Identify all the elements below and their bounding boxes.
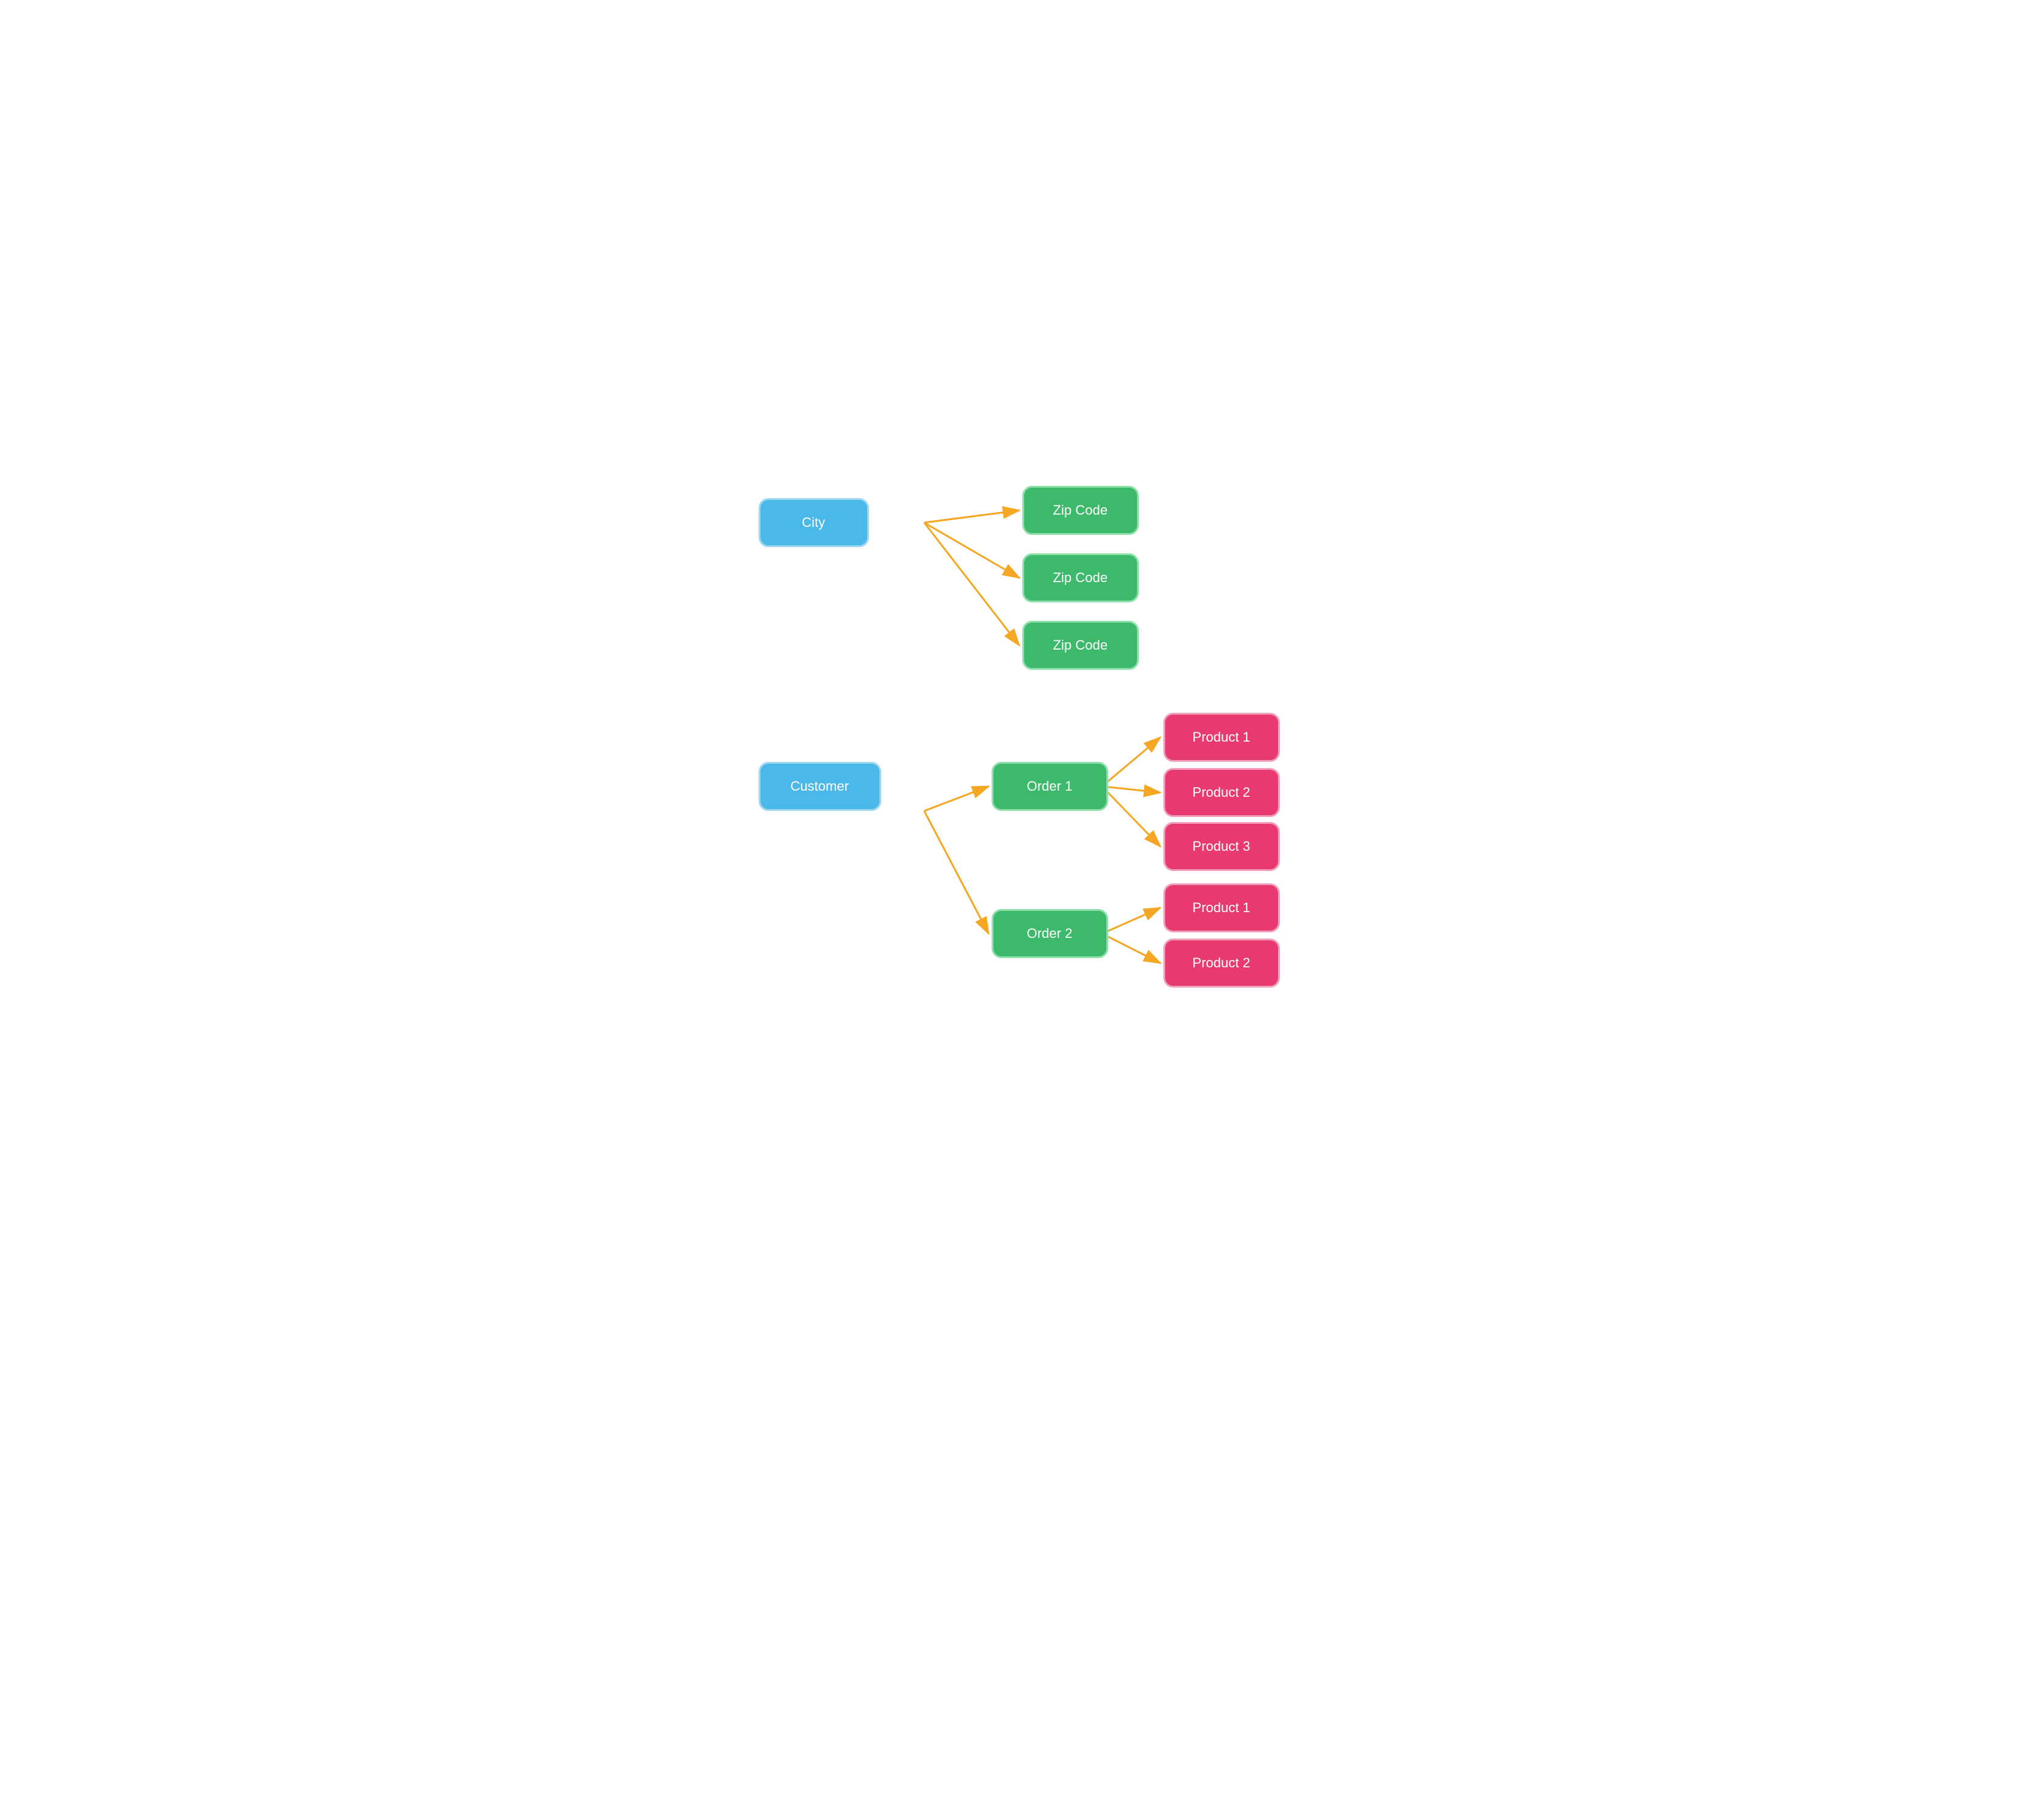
order1-product3-node: Product 3 [1163, 822, 1280, 871]
order1-product1-node: Product 1 [1163, 713, 1280, 762]
order2-product2-node: Product 2 [1163, 939, 1280, 988]
zipcode-node-3: Zip Code [1022, 621, 1139, 670]
customer-node: Customer [759, 762, 881, 811]
order1-node: Order 1 [992, 762, 1108, 811]
city-node: City [759, 498, 869, 547]
order2-product1-node: Product 1 [1163, 883, 1280, 932]
zipcode-node-1: Zip Code [1022, 486, 1139, 535]
order1-product2-node: Product 2 [1163, 768, 1280, 817]
order2-node: Order 2 [992, 909, 1108, 958]
zipcode-node-2: Zip Code [1022, 553, 1139, 602]
